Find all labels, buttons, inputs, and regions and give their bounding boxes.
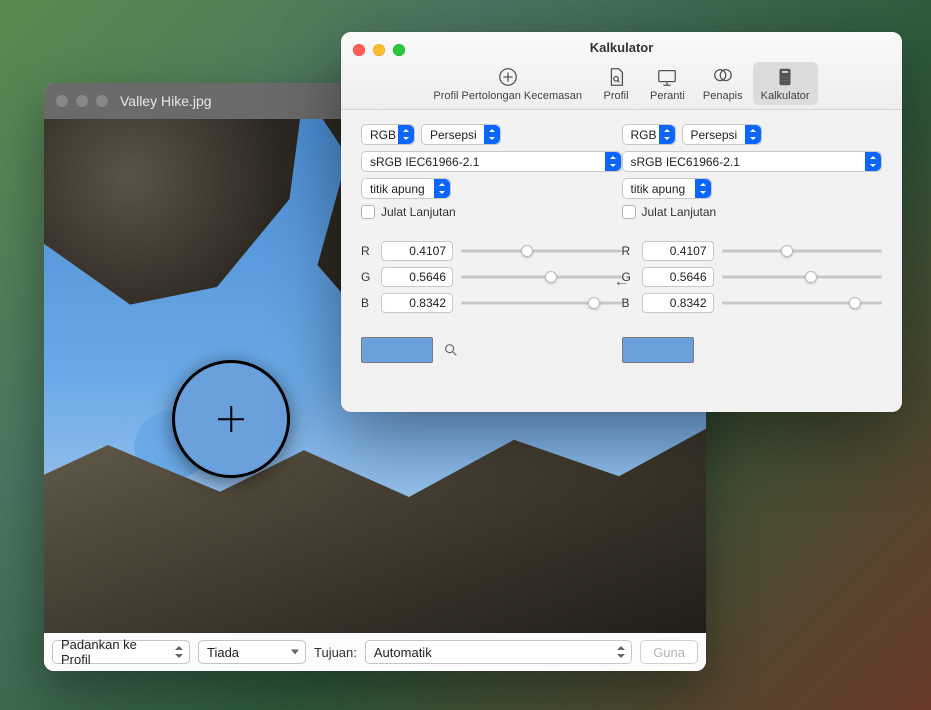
colorsync-window-title: Kalkulator bbox=[341, 32, 902, 55]
right-r-slider[interactable] bbox=[722, 243, 883, 259]
minimize-icon[interactable] bbox=[373, 44, 385, 56]
tab-profile[interactable]: Profil bbox=[592, 62, 640, 105]
tab-filter[interactable]: Penapis bbox=[695, 62, 751, 105]
checkbox-label: Julat Lanjutan bbox=[381, 205, 456, 219]
minimize-icon[interactable] bbox=[76, 95, 88, 107]
tab-label: Penapis bbox=[703, 90, 743, 102]
select-value: titik apung bbox=[631, 182, 686, 196]
left-r-input[interactable]: 0.4107 bbox=[381, 241, 453, 261]
colorsync-tabbar: Profil Pertolongan Kecemasan Profil Pera… bbox=[341, 62, 902, 105]
channel-label: B bbox=[622, 296, 634, 310]
colorsync-window: Kalkulator Profil Pertolongan Kecemasan … bbox=[341, 32, 902, 412]
left-intent-select[interactable]: Persepsi bbox=[421, 124, 501, 145]
select-value: RGB bbox=[631, 128, 657, 142]
right-profile-select[interactable]: sRGB IEC61966-2.1 bbox=[622, 151, 883, 172]
destination-label: Tujuan: bbox=[314, 645, 357, 660]
right-extended-range-checkbox[interactable]: Julat Lanjutan bbox=[622, 205, 883, 219]
match-to-profile-select[interactable]: Padankan ke Profil bbox=[52, 640, 190, 664]
right-channel-g: G 0.5646 bbox=[622, 267, 883, 287]
tab-label: Profil bbox=[603, 90, 628, 102]
left-channel-r: R 0.4107 bbox=[361, 241, 622, 261]
tab-label: Peranti bbox=[650, 90, 685, 102]
left-g-slider[interactable] bbox=[461, 269, 622, 285]
destination-select-value: Automatik bbox=[374, 645, 432, 660]
select-value: Persepsi bbox=[691, 128, 738, 142]
profile-select[interactable]: Tiada bbox=[198, 640, 306, 664]
close-icon[interactable] bbox=[353, 44, 365, 56]
select-value: sRGB IEC61966-2.1 bbox=[631, 155, 740, 169]
destination-select[interactable]: Automatik bbox=[365, 640, 632, 664]
select-value: sRGB IEC61966-2.1 bbox=[370, 155, 479, 169]
direction-arrow-icon[interactable]: ← bbox=[614, 273, 630, 291]
image-window-toolbar: Padankan ke Profil Tiada Tujuan: Automat… bbox=[44, 633, 706, 671]
left-r-slider[interactable] bbox=[461, 243, 622, 259]
checkbox-icon bbox=[361, 205, 375, 219]
apply-button[interactable]: Guna bbox=[640, 640, 698, 664]
first-aid-icon bbox=[497, 66, 519, 88]
channel-label: R bbox=[622, 244, 634, 258]
left-g-input[interactable]: 0.5646 bbox=[381, 267, 453, 287]
channel-label: B bbox=[361, 296, 373, 310]
eyedropper-magnifier-icon[interactable] bbox=[443, 342, 459, 358]
filter-icon bbox=[712, 66, 734, 88]
right-b-input[interactable]: 0.8342 bbox=[642, 293, 714, 313]
select-value: titik apung bbox=[370, 182, 425, 196]
left-format-select[interactable]: titik apung bbox=[361, 178, 451, 199]
right-g-input[interactable]: 0.5646 bbox=[642, 267, 714, 287]
tab-label: Kalkulator bbox=[761, 90, 810, 102]
select-value: Persepsi bbox=[430, 128, 477, 142]
colorsync-titlebar[interactable]: Kalkulator Profil Pertolongan Kecemasan … bbox=[341, 32, 902, 110]
right-channel-r: R 0.4107 bbox=[622, 241, 883, 261]
crosshair-icon bbox=[175, 363, 287, 475]
right-color-swatch bbox=[622, 337, 694, 363]
right-r-input[interactable]: 0.4107 bbox=[642, 241, 714, 261]
profile-select-value: Tiada bbox=[207, 645, 239, 660]
right-intent-select[interactable]: Persepsi bbox=[682, 124, 762, 145]
channel-label: R bbox=[361, 244, 373, 258]
color-picker-loupe[interactable] bbox=[172, 360, 290, 478]
maximize-icon[interactable] bbox=[96, 95, 108, 107]
maximize-icon[interactable] bbox=[393, 44, 405, 56]
right-color-model-select[interactable]: RGB bbox=[622, 124, 676, 145]
profile-icon bbox=[605, 66, 627, 88]
channel-label: G bbox=[361, 270, 373, 284]
colorsync-body: RGB Persepsi sRGB IEC61966-2.1 titik apu… bbox=[341, 110, 902, 412]
tab-device[interactable]: Peranti bbox=[642, 62, 693, 105]
close-icon[interactable] bbox=[56, 95, 68, 107]
right-b-slider[interactable] bbox=[722, 295, 883, 311]
checkbox-label: Julat Lanjutan bbox=[642, 205, 717, 219]
colorsync-traffic-lights bbox=[353, 44, 405, 56]
right-g-slider[interactable] bbox=[722, 269, 883, 285]
left-channel-b: B 0.8342 bbox=[361, 293, 622, 313]
apply-button-label: Guna bbox=[653, 645, 685, 660]
left-color-swatch bbox=[361, 337, 433, 363]
select-value: RGB bbox=[370, 128, 396, 142]
left-b-input[interactable]: 0.8342 bbox=[381, 293, 453, 313]
left-panel: RGB Persepsi sRGB IEC61966-2.1 titik apu… bbox=[361, 124, 622, 400]
tab-calculator[interactable]: Kalkulator bbox=[753, 62, 818, 105]
calculator-icon bbox=[774, 66, 796, 88]
match-to-profile-label: Padankan ke Profil bbox=[61, 637, 169, 667]
image-window-traffic-lights bbox=[56, 95, 108, 107]
right-channel-b: B 0.8342 bbox=[622, 293, 883, 313]
device-icon bbox=[656, 66, 678, 88]
image-window-title: Valley Hike.jpg bbox=[120, 93, 212, 109]
right-panel: RGB Persepsi sRGB IEC61966-2.1 titik apu… bbox=[622, 124, 883, 400]
right-format-select[interactable]: titik apung bbox=[622, 178, 712, 199]
tab-first-aid[interactable]: Profil Pertolongan Kecemasan bbox=[425, 62, 590, 105]
tab-label: Profil Pertolongan Kecemasan bbox=[433, 90, 582, 102]
left-b-slider[interactable] bbox=[461, 295, 622, 311]
checkbox-icon bbox=[622, 205, 636, 219]
left-color-model-select[interactable]: RGB bbox=[361, 124, 415, 145]
left-channel-g: G 0.5646 bbox=[361, 267, 622, 287]
left-extended-range-checkbox[interactable]: Julat Lanjutan bbox=[361, 205, 622, 219]
left-profile-select[interactable]: sRGB IEC61966-2.1 bbox=[361, 151, 622, 172]
